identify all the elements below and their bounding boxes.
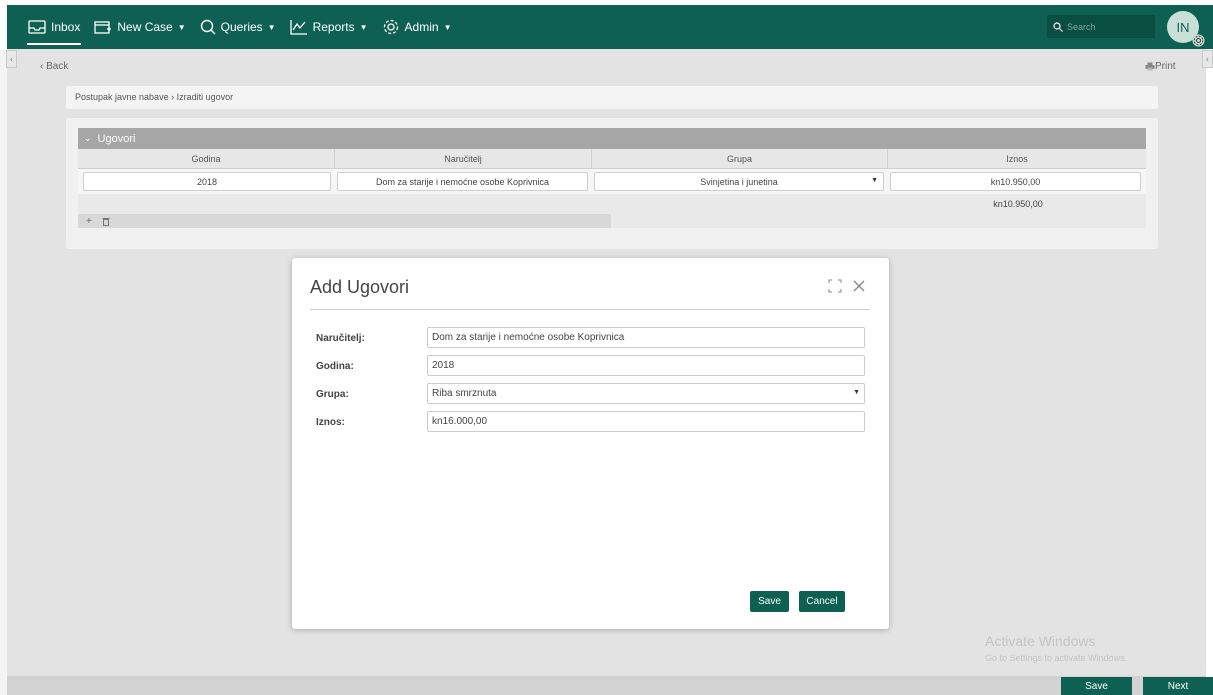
grid-toolbar-actions: + (78, 214, 611, 228)
left-panel-toggle[interactable]: ‹ (6, 50, 17, 68)
nav-new-case[interactable]: New Case ▼ (87, 5, 192, 49)
nav-inbox-label: Inbox (51, 20, 81, 34)
grid-toolbar-filler (611, 214, 1146, 228)
column-header-godina[interactable]: Godina (78, 149, 335, 168)
grid-total-row: kn10.950,00 (78, 194, 1146, 214)
grupa-selected-value: Riba smrznuta (432, 388, 497, 399)
left-edge (0, 49, 7, 695)
windows-watermark-title: Activate Windows (985, 633, 1096, 649)
modal-cancel-button[interactable]: Cancel (799, 591, 845, 612)
nav-new-case-label: New Case (117, 20, 173, 34)
reports-icon (289, 20, 307, 35)
nav-admin-label: Admin (404, 20, 439, 34)
caret-down-icon: ▼ (853, 389, 860, 396)
grid-toolbar: + (78, 214, 1146, 228)
nav-inbox[interactable]: Inbox (21, 5, 87, 49)
caret-down-icon: ▼ (871, 177, 878, 184)
cell-godina[interactable]: 2018 (83, 172, 331, 191)
nav-queries[interactable]: Queries ▼ (193, 5, 283, 49)
narucitelj-label: Naručitelj: (316, 333, 365, 344)
nav-queries-label: Queries (220, 20, 263, 34)
inbox-icon (28, 20, 46, 34)
grid-section-header[interactable]: ⌄ Ugovori (78, 128, 1146, 149)
ugovori-grid: ⌄ Ugovori Godina Naručitelj Grupa Iznos … (78, 128, 1146, 228)
ugovori-card: ⌄ Ugovori Godina Naručitelj Grupa Iznos … (66, 118, 1158, 249)
column-header-narucitelj[interactable]: Naručitelj (335, 149, 592, 168)
godina-label: Godina: (316, 361, 354, 372)
search-icon (200, 19, 216, 35)
modal-save-button[interactable]: Save (750, 591, 789, 612)
column-header-grupa[interactable]: Grupa (592, 149, 888, 168)
trash-icon[interactable] (102, 217, 110, 226)
close-icon[interactable] (852, 279, 866, 293)
expand-icon[interactable] (828, 279, 842, 293)
column-header-iznos[interactable]: Iznos (888, 149, 1146, 168)
printer-icon (1145, 62, 1155, 71)
cell-narucitelj[interactable]: Dom za starije i nemoćne osobe Koprivnic… (337, 172, 588, 191)
back-link[interactable]: ‹ Back (40, 61, 68, 72)
search-input[interactable] (1067, 21, 1147, 32)
user-avatar[interactable]: IN (1167, 11, 1205, 47)
search-box[interactable] (1047, 15, 1155, 38)
settings-gear-icon (1192, 34, 1205, 47)
caret-down-icon: ▼ (177, 22, 186, 32)
grupa-select[interactable]: Riba smrznuta ▼ (427, 383, 865, 404)
breadcrumb: Postupak javne nabave › Izraditi ugovor (66, 86, 1158, 109)
godina-field[interactable] (427, 355, 865, 376)
add-ugovori-modal: Add Ugovori Naručitelj: Godina: Grupa: R… (292, 258, 889, 629)
chevron-left-icon: ‹ (10, 54, 13, 64)
gear-icon (383, 19, 398, 35)
footer-save-button[interactable]: Save (1061, 677, 1132, 695)
nav-reports[interactable]: Reports ▼ (283, 5, 375, 49)
caret-down-icon: ▼ (443, 22, 452, 32)
search-icon (1053, 21, 1063, 32)
bottom-action-bar (7, 676, 1206, 695)
cell-grupa-value: Svinjetina i junetina (700, 176, 778, 187)
windows-watermark-subtitle: Go to Settings to activate Windows. (985, 653, 1128, 663)
footer-next-button[interactable]: Next (1143, 677, 1213, 695)
cell-grupa-select[interactable]: Svinjetina i junetina ▼ (594, 172, 884, 191)
nav-admin[interactable]: Admin ▼ (375, 5, 459, 49)
back-label: Back (46, 61, 69, 72)
caret-down-icon: ▼ (267, 22, 276, 32)
total-value: kn10.950,00 (993, 199, 1043, 209)
modal-divider (310, 309, 870, 310)
narucitelj-field[interactable] (427, 327, 865, 348)
chevron-down-icon: ⌄ (84, 133, 92, 143)
modal-title: Add Ugovori (310, 277, 410, 297)
cell-iznos[interactable]: kn10.950,00 (890, 172, 1141, 191)
chevron-left-icon: ‹ (1206, 54, 1209, 64)
add-row-icon[interactable]: + (86, 216, 92, 227)
grid-section-title: Ugovori (97, 132, 136, 145)
print-link[interactable]: Print (1145, 61, 1176, 72)
new-case-icon (94, 21, 112, 34)
breadcrumb-text: Postupak javne nabave › Izraditi ugovor (75, 92, 234, 102)
iznos-label: Iznos: (316, 417, 345, 428)
main-nav: Inbox New Case ▼ Queries ▼ Reports ▼ Adm… (7, 5, 458, 49)
grupa-label: Grupa: (316, 389, 349, 400)
right-panel-toggle[interactable]: ‹ (1202, 50, 1213, 68)
iznos-field[interactable] (427, 411, 865, 432)
table-row: 2018 Dom za starije i nemoćne osobe Kopr… (78, 169, 1146, 194)
avatar-initials: IN (1176, 19, 1190, 35)
caret-down-icon: ▼ (359, 22, 368, 32)
nav-reports-label: Reports (312, 20, 355, 34)
grid-column-headers: Godina Naručitelj Grupa Iznos (78, 149, 1146, 169)
top-navigation-bar: Inbox New Case ▼ Queries ▼ Reports ▼ Adm… (7, 5, 1213, 49)
print-label: Print (1155, 61, 1176, 72)
